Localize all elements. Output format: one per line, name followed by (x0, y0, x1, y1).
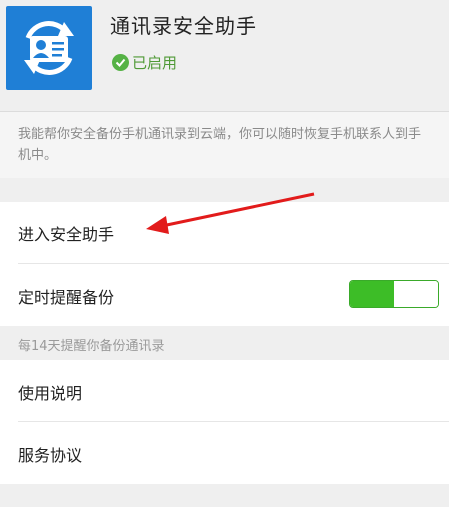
contacts-sync-icon (6, 6, 92, 90)
usage-instructions-item[interactable]: 使用说明 (0, 360, 449, 422)
status-label: 已启用 (132, 53, 178, 72)
toggle-on-track (350, 281, 394, 307)
app-title: 通讯录安全助手 (110, 14, 257, 38)
description-text: 我能帮你安全备份手机通讯录到云端，你可以随时恢复手机联系人到手机中。 (18, 127, 422, 163)
check-circle-icon (112, 53, 129, 71)
status-badge: 已启用 (112, 52, 177, 72)
service-agreement-item[interactable]: 服务协议 (0, 422, 449, 484)
service-agreement-label: 服务协议 (18, 446, 83, 465)
app-header: 通讯录安全助手 已启用 (0, 0, 449, 110)
scheduled-backup-label: 定时提醒备份 (18, 288, 115, 307)
toggle-knob (395, 281, 438, 307)
scheduled-backup-toggle[interactable] (349, 280, 439, 308)
usage-instructions-label: 使用说明 (18, 384, 83, 403)
description-panel: 我能帮你安全备份手机通讯录到云端，你可以随时恢复手机联系人到手机中。 (0, 111, 449, 178)
enter-helper-item[interactable]: 进入安全助手 (0, 202, 449, 264)
enter-helper-label: 进入安全助手 (18, 225, 115, 244)
backup-reminder-hint: 每14天提醒你备份通讯录 (18, 339, 165, 354)
